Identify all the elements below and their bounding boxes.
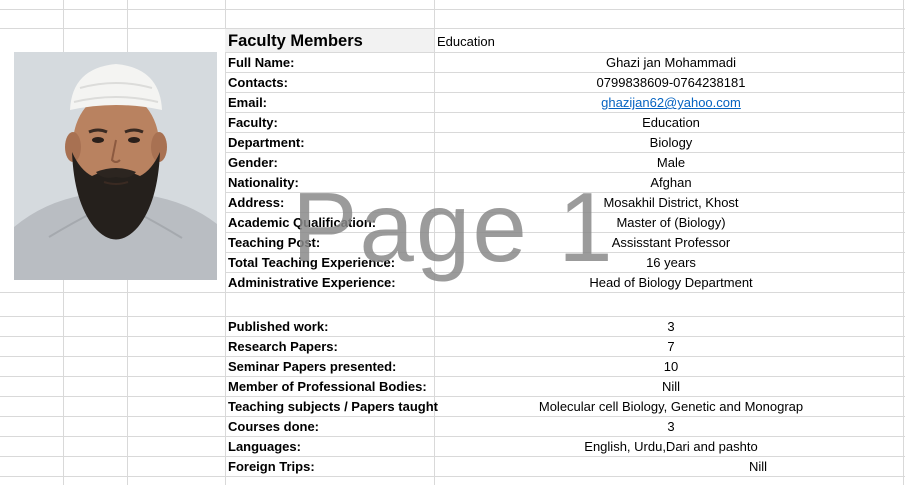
value-courses-done[interactable]: 3 [436,417,905,437]
value-published-work[interactable]: 3 [436,317,905,337]
value-seminar-papers[interactable]: 10 [436,357,905,377]
value-email[interactable]: ghazijan62@yahoo.com [436,93,905,113]
section-title[interactable]: Faculty Members [228,31,363,51]
label-department[interactable]: Department: [228,133,305,153]
value-academic-qualification[interactable]: Master of (Biology) [436,213,905,233]
value-contacts[interactable]: 0799838609-0764238181 [436,73,905,93]
label-courses-done[interactable]: Courses done: [228,417,319,437]
value-department[interactable]: Biology [436,133,905,153]
label-contacts[interactable]: Contacts: [228,73,288,93]
value-professional-bodies[interactable]: Nill [436,377,905,397]
value-gender[interactable]: Male [436,153,905,173]
label-professional-bodies[interactable]: Member of Professional Bodies: [228,377,427,397]
profile-photo [14,52,217,280]
label-foreign-trips[interactable]: Foreign Trips: [228,457,315,477]
label-teaching-subjects[interactable]: Teaching subjects / Papers taught [228,397,438,417]
label-full-name[interactable]: Full Name: [228,53,294,73]
label-email[interactable]: Email: [228,93,267,113]
value-teaching-subjects[interactable]: Molecular cell Biology, Genetic and Mono… [436,397,905,417]
label-academic-qualification[interactable]: Academic Qualification: [228,213,376,233]
label-languages[interactable]: Languages: [228,437,301,457]
section-value[interactable]: Education [437,33,495,51]
value-total-teaching-experience[interactable]: 16 years [436,253,905,273]
portrait-image [14,52,217,280]
label-teaching-post[interactable]: Teaching Post: [228,233,320,253]
label-published-work[interactable]: Published work: [228,317,328,337]
value-foreign-trips[interactable]: Nill [749,457,767,477]
value-faculty[interactable]: Education [436,113,905,133]
label-faculty[interactable]: Faculty: [228,113,278,133]
label-gender[interactable]: Gender: [228,153,278,173]
label-administrative-experience[interactable]: Administrative Experience: [228,273,396,293]
label-nationality[interactable]: Nationality: [228,173,299,193]
label-research-papers[interactable]: Research Papers: [228,337,338,357]
label-total-teaching-experience[interactable]: Total Teaching Experience: [228,253,395,273]
label-address[interactable]: Address: [228,193,284,213]
value-languages[interactable]: English, Urdu,Dari and pashto [436,437,905,457]
value-research-papers[interactable]: 7 [436,337,905,357]
value-nationality[interactable]: Afghan [436,173,905,193]
value-address[interactable]: Mosakhil District, Khost [436,193,905,213]
email-link[interactable]: ghazijan62@yahoo.com [601,95,741,110]
label-seminar-papers[interactable]: Seminar Papers presented: [228,357,396,377]
value-teaching-post[interactable]: Assisstant Professor [436,233,905,253]
value-full-name[interactable]: Ghazi jan Mohammadi [436,53,905,73]
value-administrative-experience[interactable]: Head of Biology Department [436,273,905,293]
